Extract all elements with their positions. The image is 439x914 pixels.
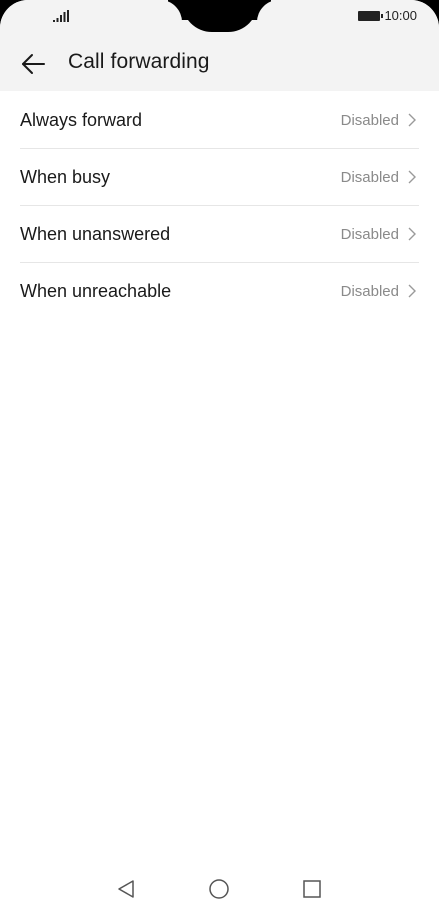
signal-icon bbox=[53, 10, 69, 22]
page-title: Call forwarding bbox=[68, 50, 210, 73]
option-always-forward[interactable]: Always forward Disabled bbox=[20, 92, 419, 149]
status-time: 10:00 bbox=[384, 8, 417, 23]
call-forwarding-list: Always forward Disabled When busy Disabl… bbox=[20, 92, 419, 319]
option-status: Disabled bbox=[340, 111, 399, 129]
phone-screen: 10:00 Call forwarding Always forward Dis… bbox=[0, 0, 439, 914]
battery-icon bbox=[358, 10, 384, 21]
chevron-right-icon bbox=[408, 170, 416, 184]
option-label: When unreachable bbox=[20, 280, 172, 301]
option-status: Disabled bbox=[340, 225, 399, 243]
nav-home-circle-icon bbox=[209, 879, 229, 899]
option-when-busy[interactable]: When busy Disabled bbox=[20, 149, 419, 206]
nav-home-button[interactable] bbox=[202, 872, 236, 906]
nav-recents-square-icon bbox=[303, 880, 321, 898]
back-arrow-icon bbox=[22, 54, 45, 74]
option-when-unanswered[interactable]: When unanswered Disabled bbox=[20, 206, 419, 263]
option-label: Always forward bbox=[20, 109, 143, 130]
status-right: 10:00 bbox=[358, 8, 417, 23]
chevron-right-icon bbox=[408, 284, 416, 298]
chevron-right-icon bbox=[408, 227, 416, 241]
option-label: When busy bbox=[20, 166, 111, 187]
option-when-unreachable[interactable]: When unreachable Disabled bbox=[20, 263, 419, 319]
system-nav-bar bbox=[0, 862, 439, 914]
back-button[interactable] bbox=[18, 49, 48, 79]
nav-back-triangle-icon bbox=[118, 880, 134, 898]
chevron-right-icon bbox=[408, 113, 416, 127]
nav-back-button[interactable] bbox=[109, 872, 143, 906]
nav-recents-button[interactable] bbox=[295, 872, 329, 906]
option-label: When unanswered bbox=[20, 223, 171, 244]
app-header: Call forwarding bbox=[0, 40, 439, 86]
option-status: Disabled bbox=[340, 282, 399, 300]
option-status: Disabled bbox=[340, 168, 399, 186]
